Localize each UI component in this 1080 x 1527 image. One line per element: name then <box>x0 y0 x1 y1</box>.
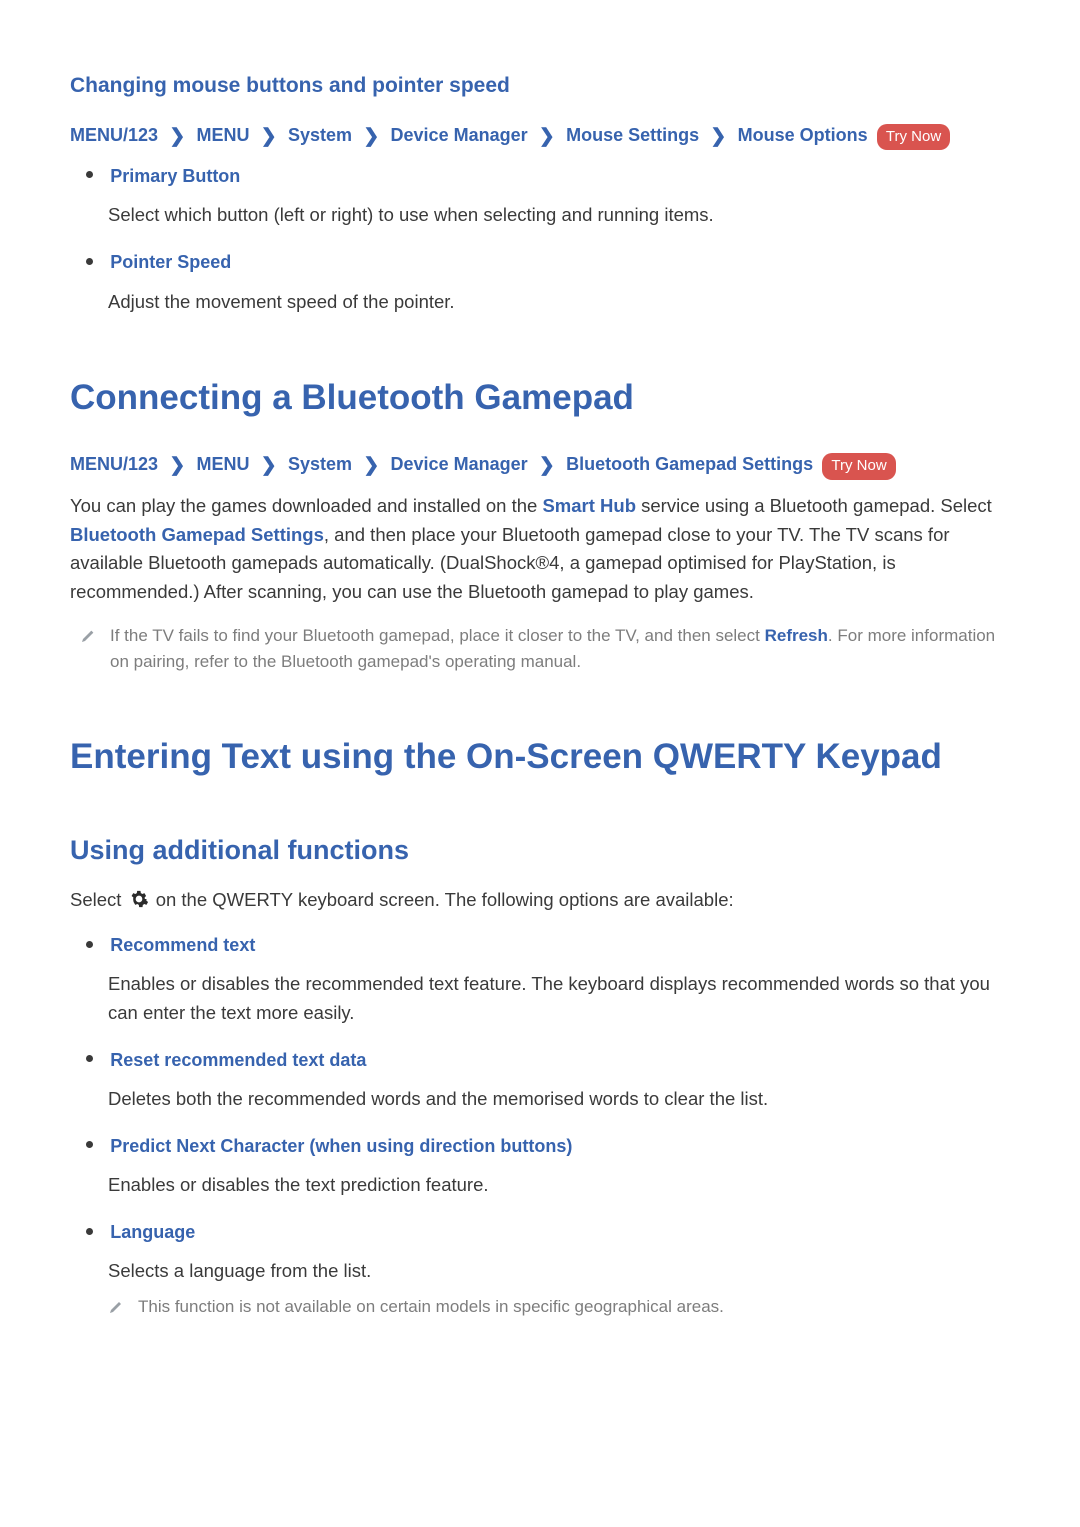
bc-item[interactable]: Mouse Options <box>738 125 868 145</box>
gear-icon <box>129 892 154 913</box>
feature-desc: Adjust the movement speed of the pointer… <box>108 288 1010 317</box>
pencil-icon <box>108 1297 124 1323</box>
bc-item[interactable]: Device Manager <box>391 125 528 145</box>
list-item: Reset recommended text data Deletes both… <box>108 1046 1010 1114</box>
text: You can play the games downloaded and in… <box>70 495 542 516</box>
bc-item[interactable]: Mouse Settings <box>566 125 699 145</box>
chevron-right-icon: ❯ <box>261 451 277 480</box>
try-now-button[interactable]: Try Now <box>877 124 950 150</box>
feature-desc: Selects a language from the list. <box>108 1257 1010 1286</box>
chevron-right-icon: ❯ <box>539 451 555 480</box>
feature-title: Reset recommended text data <box>110 1050 366 1070</box>
text: on the QWERTY keyboard screen. The follo… <box>156 889 734 910</box>
bullet-icon <box>86 171 93 178</box>
feature-list-qwerty: Recommend text Enables or disables the r… <box>70 931 1010 1323</box>
bc-item[interactable]: MENU <box>197 454 250 474</box>
list-item: Primary Button Select which button (left… <box>108 162 1010 230</box>
bullet-icon <box>86 1055 93 1062</box>
text: Select <box>70 889 127 910</box>
refresh-link[interactable]: Refresh <box>765 626 828 645</box>
feature-title: Pointer Speed <box>110 252 231 272</box>
page-title-qwerty: Entering Text using the On-Screen QWERTY… <box>70 730 1010 784</box>
list-item: Recommend text Enables or disables the r… <box>108 931 1010 1028</box>
bc-item[interactable]: Device Manager <box>391 454 528 474</box>
feature-list-mouse: Primary Button Select which button (left… <box>70 162 1010 316</box>
list-item: Pointer Speed Adjust the movement speed … <box>108 248 1010 316</box>
chevron-right-icon: ❯ <box>363 122 379 151</box>
text: service using a Bluetooth gamepad. Selec… <box>636 495 992 516</box>
text: This function is not available on certai… <box>138 1294 1010 1320</box>
text: If the TV fails to find your Bluetooth g… <box>110 626 765 645</box>
bc-item[interactable]: MENU <box>197 125 250 145</box>
breadcrumb-mouse: MENU/123 ❯ MENU ❯ System ❯ Device Manage… <box>70 121 1010 150</box>
feature-title: Predict Next Character (when using direc… <box>110 1136 572 1156</box>
bullet-icon <box>86 1141 93 1148</box>
bullet-icon <box>86 1228 93 1235</box>
list-item: Language Selects a language from the lis… <box>108 1218 1010 1323</box>
feature-desc: Enables or disables the text prediction … <box>108 1171 1010 1200</box>
pencil-icon <box>80 626 96 652</box>
section-subtitle-mouse: Changing mouse buttons and pointer speed <box>70 70 1010 103</box>
note-gamepad: If the TV fails to find your Bluetooth g… <box>80 623 1010 676</box>
feature-title: Primary Button <box>110 166 240 186</box>
bc-item[interactable]: System <box>288 125 352 145</box>
chevron-right-icon: ❯ <box>169 122 185 151</box>
chevron-right-icon: ❯ <box>539 122 555 151</box>
bc-item[interactable]: System <box>288 454 352 474</box>
list-item: Predict Next Character (when using direc… <box>108 1132 1010 1200</box>
smart-hub-link[interactable]: Smart Hub <box>542 495 636 516</box>
try-now-button[interactable]: Try Now <box>822 453 895 479</box>
chevron-right-icon: ❯ <box>261 122 277 151</box>
bc-item[interactable]: Bluetooth Gamepad Settings <box>566 454 813 474</box>
bullet-icon <box>86 258 93 265</box>
gamepad-paragraph: You can play the games downloaded and in… <box>70 492 1010 607</box>
chevron-right-icon: ❯ <box>710 122 726 151</box>
feature-desc: Select which button (left or right) to u… <box>108 201 1010 230</box>
bc-item[interactable]: MENU/123 <box>70 454 158 474</box>
feature-desc: Enables or disables the recommended text… <box>108 970 1010 1027</box>
chevron-right-icon: ❯ <box>363 451 379 480</box>
page-title-gamepad: Connecting a Bluetooth Gamepad <box>70 371 1010 425</box>
feature-title: Recommend text <box>110 935 255 955</box>
feature-title: Language <box>110 1222 195 1242</box>
bc-item[interactable]: MENU/123 <box>70 125 158 145</box>
note-language: This function is not available on certai… <box>108 1294 1010 1323</box>
bullet-icon <box>86 941 93 948</box>
chevron-right-icon: ❯ <box>169 451 185 480</box>
section-subtitle-qwerty: Using additional functions <box>70 830 1010 872</box>
bt-settings-link[interactable]: Bluetooth Gamepad Settings <box>70 524 324 545</box>
breadcrumb-gamepad: MENU/123 ❯ MENU ❯ System ❯ Device Manage… <box>70 450 1010 479</box>
feature-desc: Deletes both the recommended words and t… <box>108 1085 1010 1114</box>
qwerty-intro: Select on the QWERTY keyboard screen. Th… <box>70 886 1010 915</box>
